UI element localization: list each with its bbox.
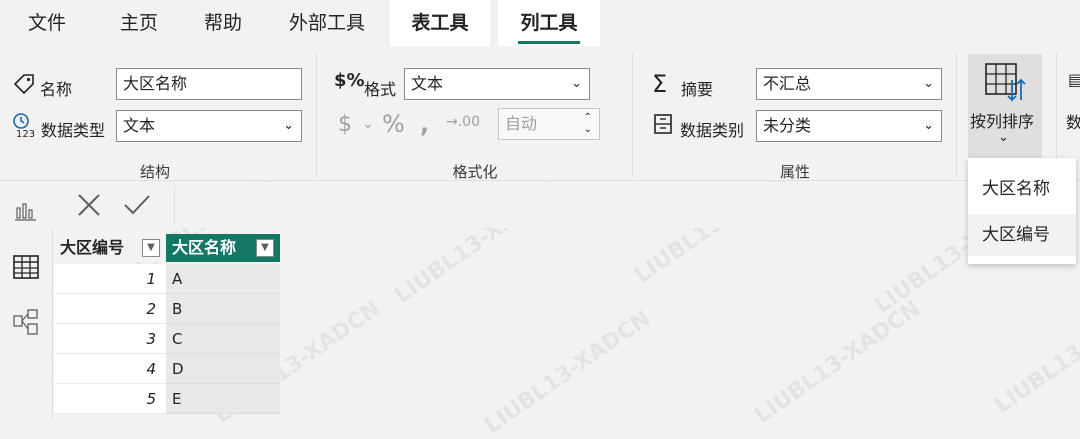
table-row: 5 E [54, 384, 280, 414]
data-category-icon [652, 112, 674, 140]
decimal-icon[interactable]: →.00 [446, 114, 480, 130]
column-header-region-id[interactable]: 大区编号 ▼ [54, 234, 166, 262]
percent-icon[interactable]: % [382, 110, 405, 138]
datatype-dropdown[interactable]: 文本 ⌄ [116, 110, 302, 142]
svg-text:123: 123 [16, 129, 35, 138]
chevron-down-icon: ⌄ [923, 118, 934, 133]
sort-by-column-menu: 大区名称 大区编号 [968, 158, 1076, 264]
partial-next-label: 数 [1066, 113, 1080, 132]
cell-region-name[interactable]: A [166, 264, 280, 294]
view-rail [0, 182, 53, 420]
cell-region-name[interactable]: C [166, 324, 280, 354]
column-header-label: 大区名称 [172, 238, 237, 257]
table-row: 3 C [54, 324, 280, 354]
summary-value: 不汇总 [763, 74, 812, 93]
menu-bar: 文件 主页 帮助 外部工具 表工具 列工具 [0, 0, 1080, 46]
divider [956, 52, 957, 178]
format-value: 文本 [411, 74, 444, 93]
cell-region-id[interactable]: 1 [54, 264, 166, 294]
group-label-structure: 结构 [139, 163, 170, 181]
cell-region-name[interactable]: E [166, 384, 280, 414]
chevron-down-icon: ⌄ [571, 76, 582, 91]
stepper-down-icon: ⌄ [583, 124, 592, 135]
sort-by-column-button[interactable]: 按列排序 ⌄ [968, 54, 1042, 159]
report-view-icon[interactable] [14, 200, 38, 226]
format-icon: $% [334, 70, 365, 91]
tab-home[interactable]: 主页 [106, 0, 172, 46]
tab-table-tools[interactable]: 表工具 [390, 0, 490, 46]
watermark-text: LIUBL13-XADCN [750, 296, 926, 429]
model-view-icon[interactable] [12, 308, 40, 340]
tab-column-tools[interactable]: 列工具 [498, 0, 600, 46]
datatype-value: 文本 [123, 116, 156, 135]
partial-icon: ▤ [1068, 70, 1080, 89]
cell-region-name[interactable]: D [166, 354, 280, 384]
chevron-down-icon: ⌄ [362, 116, 374, 132]
formula-input[interactable] [174, 186, 1080, 224]
cell-region-id[interactable]: 2 [54, 294, 166, 324]
table-row: 4 D [54, 354, 280, 384]
cell-region-id[interactable]: 3 [54, 324, 166, 354]
currency-icon[interactable]: $ [338, 112, 352, 137]
chevron-down-icon: ⌄ [283, 118, 294, 133]
format-label: 格式 [364, 80, 397, 99]
datatype-icon: 123 [12, 112, 40, 142]
sort-by-column-icon [984, 62, 1028, 106]
cancel-icon[interactable] [76, 192, 102, 222]
column-header-label: 大区编号 [60, 238, 125, 257]
tag-icon [12, 72, 36, 100]
watermark-text: LIUBL13-XADCN [480, 306, 656, 439]
table-view-icon[interactable] [12, 254, 40, 284]
cell-region-id[interactable]: 5 [54, 384, 166, 414]
sort-by-column-label: 按列排序 [970, 112, 1035, 131]
name-field[interactable]: 大区名称 [116, 68, 302, 100]
comma-icon[interactable]: , [420, 110, 429, 138]
column-header-region-name[interactable]: 大区名称 ▼ [166, 234, 280, 262]
divider [632, 52, 633, 178]
table-row: 1 A [54, 264, 280, 294]
group-label-formatting: 格式化 [452, 163, 498, 181]
sigma-icon: Σ [652, 70, 668, 98]
chevron-down-icon: ⌄ [923, 76, 934, 91]
tab-help[interactable]: 帮助 [190, 0, 256, 46]
menu-item-region-id[interactable]: 大区编号 [968, 214, 1076, 256]
filter-dropdown-icon[interactable]: ▼ [142, 239, 160, 257]
watermark-text: LIUBL13-XADCN [990, 286, 1080, 419]
filter-dropdown-icon[interactable]: ▼ [256, 239, 274, 257]
name-label: 名称 [40, 80, 73, 99]
decimals-value: 自动 [505, 114, 538, 133]
summary-label: 摘要 [681, 80, 714, 99]
tab-external-tools[interactable]: 外部工具 [276, 0, 378, 46]
format-dropdown[interactable]: 文本 ⌄ [404, 68, 590, 100]
cell-region-id[interactable]: 4 [54, 354, 166, 384]
chevron-down-icon: ⌄ [998, 130, 1009, 145]
divider [316, 52, 317, 178]
commit-icon[interactable] [122, 192, 152, 222]
datatype-label: 数据类型 [41, 121, 106, 140]
menu-item-region-name[interactable]: 大区名称 [968, 168, 1076, 210]
cell-region-name[interactable]: B [166, 294, 280, 324]
summary-dropdown[interactable]: 不汇总 ⌄ [756, 68, 942, 100]
decimal-places-stepper[interactable]: 自动 ⌃ ⌄ [498, 108, 600, 140]
data-category-dropdown[interactable]: 未分类 ⌄ [756, 110, 942, 142]
table-row: 2 B [54, 294, 280, 324]
category-value: 未分类 [763, 116, 812, 135]
group-label-properties: 属性 [779, 163, 810, 181]
category-label: 数据类别 [680, 121, 745, 140]
tab-file[interactable]: 文件 [14, 0, 80, 46]
